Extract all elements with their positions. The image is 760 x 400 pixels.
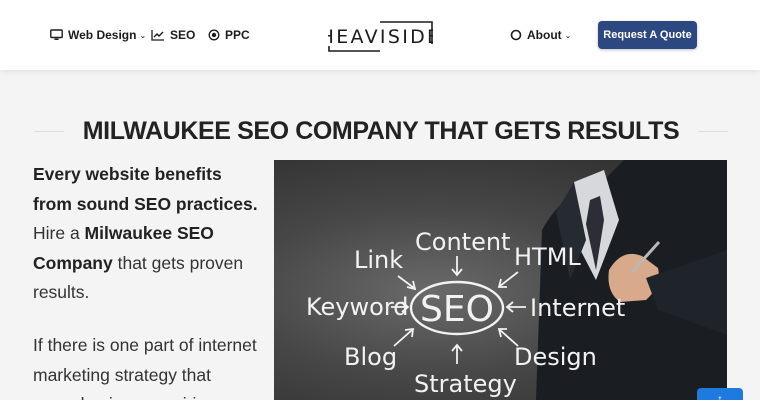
circle-icon <box>510 29 522 41</box>
word-internet: Internet <box>530 294 625 322</box>
target-icon <box>208 29 220 41</box>
scroll-to-top-button[interactable]: ↑ <box>697 388 743 400</box>
word-html: HTML <box>514 243 581 271</box>
site-header: Web Design ⌄ SEO PPC HEAVISIDE About ⌄ R… <box>0 0 760 70</box>
nav-about[interactable]: About ⌄ <box>510 26 571 44</box>
word-content: Content <box>415 228 510 256</box>
arrow-up-icon: ↑ <box>717 392 723 400</box>
chart-line-icon <box>151 30 164 41</box>
nav-ppc-label: PPC <box>225 28 250 42</box>
headline-row: MILWAUKEE SEO COMPANY THAT GETS RESULTS <box>34 116 728 146</box>
nav-web-design[interactable]: Web Design ⌄ <box>50 26 146 44</box>
intro-bold-lead: Every website benefits from sound SEO pr… <box>33 164 258 214</box>
word-strategy: Strategy <box>414 370 517 398</box>
logo-text: HEAVISIDE <box>328 26 433 48</box>
word-link: Link <box>354 246 403 274</box>
nav-ppc[interactable]: PPC <box>208 26 250 44</box>
body-paragraph: If there is one part of internet marketi… <box>33 335 257 400</box>
chevron-down-icon: ⌄ <box>564 30 572 40</box>
hero-image-seo-chalkboard: SEO Content Link HTML Keyword Internet B… <box>274 160 727 400</box>
word-blog: Blog <box>344 343 397 371</box>
monitor-icon <box>50 29 63 40</box>
word-design: Design <box>514 343 597 371</box>
page-headline: MILWAUKEE SEO COMPANY THAT GETS RESULTS <box>82 117 680 145</box>
request-quote-button[interactable]: Request A Quote <box>598 21 697 49</box>
seo-center-word: SEO <box>420 289 494 330</box>
nav-seo[interactable]: SEO <box>151 26 195 44</box>
intro-text-1: Hire a <box>33 223 85 243</box>
nav-seo-label: SEO <box>170 28 196 42</box>
intro-paragraph: Every website benefits from sound SEO pr… <box>33 160 258 308</box>
chevron-down-icon: ⌄ <box>139 30 147 40</box>
nav-about-label: About <box>527 28 562 42</box>
nav-web-design-label: Web Design <box>68 28 137 42</box>
heaviside-logo[interactable]: HEAVISIDE <box>328 18 433 52</box>
